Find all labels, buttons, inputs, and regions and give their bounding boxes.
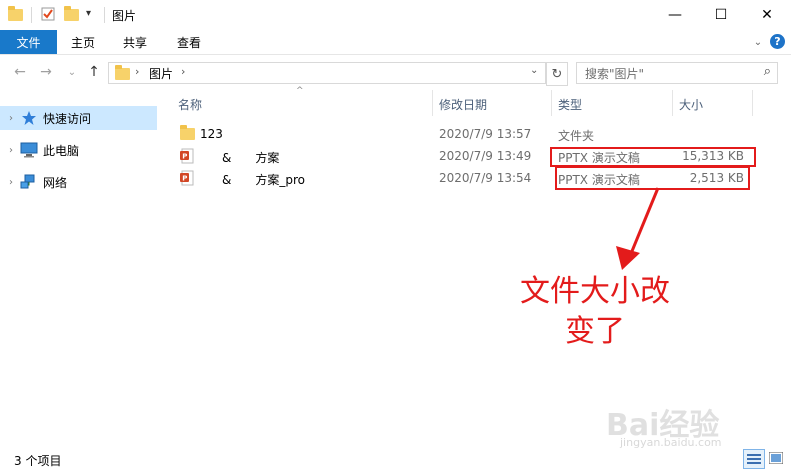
status-item-count: 3 个项目 (14, 454, 62, 468)
refresh-button[interactable]: ↻ (546, 62, 568, 86)
nav-item-label: 此电脑 (43, 143, 80, 158)
nav-item-this-pc[interactable]: › 此电脑 (0, 138, 157, 162)
large-icons-view-icon[interactable] (766, 449, 786, 467)
folder-icon (8, 6, 24, 22)
column-divider[interactable] (432, 90, 433, 116)
annotation-line-2: 变了 (565, 314, 625, 349)
nav-item-label: 快速访问 (43, 111, 92, 126)
file-type: 文件夹 (558, 129, 595, 143)
breadcrumb-current[interactable]: 图片 (149, 65, 173, 82)
column-header-date[interactable]: 修改日期 (439, 96, 487, 113)
svg-text:P: P (182, 174, 187, 182)
search-icon[interactable]: ⌕ (764, 64, 771, 79)
column-header-size[interactable]: 大小 (679, 96, 703, 113)
highlight-box-size-1 (550, 147, 756, 167)
breadcrumb-separator-icon[interactable]: › (135, 65, 139, 78)
column-divider[interactable] (672, 90, 673, 116)
up-button[interactable]: ↑ (84, 62, 104, 82)
network-icon (20, 174, 38, 190)
toolbar-divider (31, 7, 32, 23)
file-name: & 方案_pro (222, 173, 305, 187)
tab-share[interactable]: 共享 (123, 30, 147, 54)
nav-item-network[interactable]: › 网络 (0, 170, 157, 194)
details-view-icon[interactable] (743, 449, 765, 469)
tab-home[interactable]: 主页 (71, 30, 95, 54)
maximize-button[interactable]: ☐ (698, 0, 744, 30)
forward-button[interactable]: → (36, 62, 56, 82)
pptx-file-icon: P (180, 170, 194, 186)
nav-item-label: 网络 (43, 175, 68, 190)
expand-arrow-icon[interactable]: › (2, 177, 20, 188)
breadcrumb-separator-icon[interactable]: › (181, 65, 185, 78)
expand-arrow-icon[interactable]: › (2, 113, 20, 124)
svg-text:P: P (182, 152, 187, 160)
tab-view[interactable]: 查看 (177, 30, 201, 54)
computer-icon (20, 142, 38, 158)
ribbon-expand-chevron-icon[interactable]: ⌄ (751, 35, 765, 49)
file-date: 2020/7/9 13:54 (439, 171, 532, 185)
file-date: 2020/7/9 13:57 (439, 127, 532, 141)
annotation-arrow (616, 187, 660, 270)
baidu-watermark-url: jingyan.baidu.com (620, 436, 722, 449)
address-dropdown-chevron-icon[interactable]: ⌄ (530, 65, 538, 76)
back-button[interactable]: ← (10, 62, 30, 82)
search-placeholder: 搜索"图片" (585, 67, 645, 81)
file-row-123[interactable]: 123 2020/7/9 13:57 文件夹 (172, 123, 752, 145)
expand-arrow-icon[interactable]: › (2, 145, 20, 156)
column-divider[interactable] (551, 90, 552, 116)
window-title: 图片 (112, 9, 137, 23)
star-icon (20, 110, 38, 126)
quick-access-toolbar-dropdown-icon[interactable]: ▾ (86, 8, 91, 19)
annotation-line-1: 文件大小改 (520, 274, 670, 309)
new-folder-icon[interactable] (64, 6, 80, 22)
search-input[interactable]: 搜索"图片" ⌕ (576, 62, 778, 84)
sort-ascending-icon: ^ (296, 86, 304, 96)
column-header-name[interactable]: 名称 (178, 96, 202, 113)
recent-locations-chevron-icon[interactable]: ⌄ (62, 62, 82, 82)
ribbon-bar (0, 30, 791, 55)
nav-item-quick-access[interactable]: › 快速访问 (0, 106, 157, 130)
help-icon[interactable]: ? (770, 34, 785, 49)
folder-icon (180, 125, 195, 142)
column-header-type[interactable]: 类型 (558, 96, 582, 113)
tab-file[interactable]: 文件 (0, 30, 57, 54)
folder-icon (115, 65, 131, 81)
annotation-text: 文件大小改 变了 (500, 272, 690, 352)
file-name: & 方案 (222, 151, 280, 165)
title-divider (104, 7, 105, 23)
address-bar[interactable]: › 图片 › ⌄ (108, 62, 546, 84)
properties-check-icon[interactable] (40, 6, 56, 22)
close-button[interactable]: ✕ (744, 0, 790, 30)
pptx-file-icon: P (180, 148, 194, 164)
minimize-button[interactable]: — (652, 0, 698, 30)
file-name: 123 (200, 127, 223, 141)
column-divider[interactable] (752, 90, 753, 116)
file-date: 2020/7/9 13:49 (439, 149, 532, 163)
